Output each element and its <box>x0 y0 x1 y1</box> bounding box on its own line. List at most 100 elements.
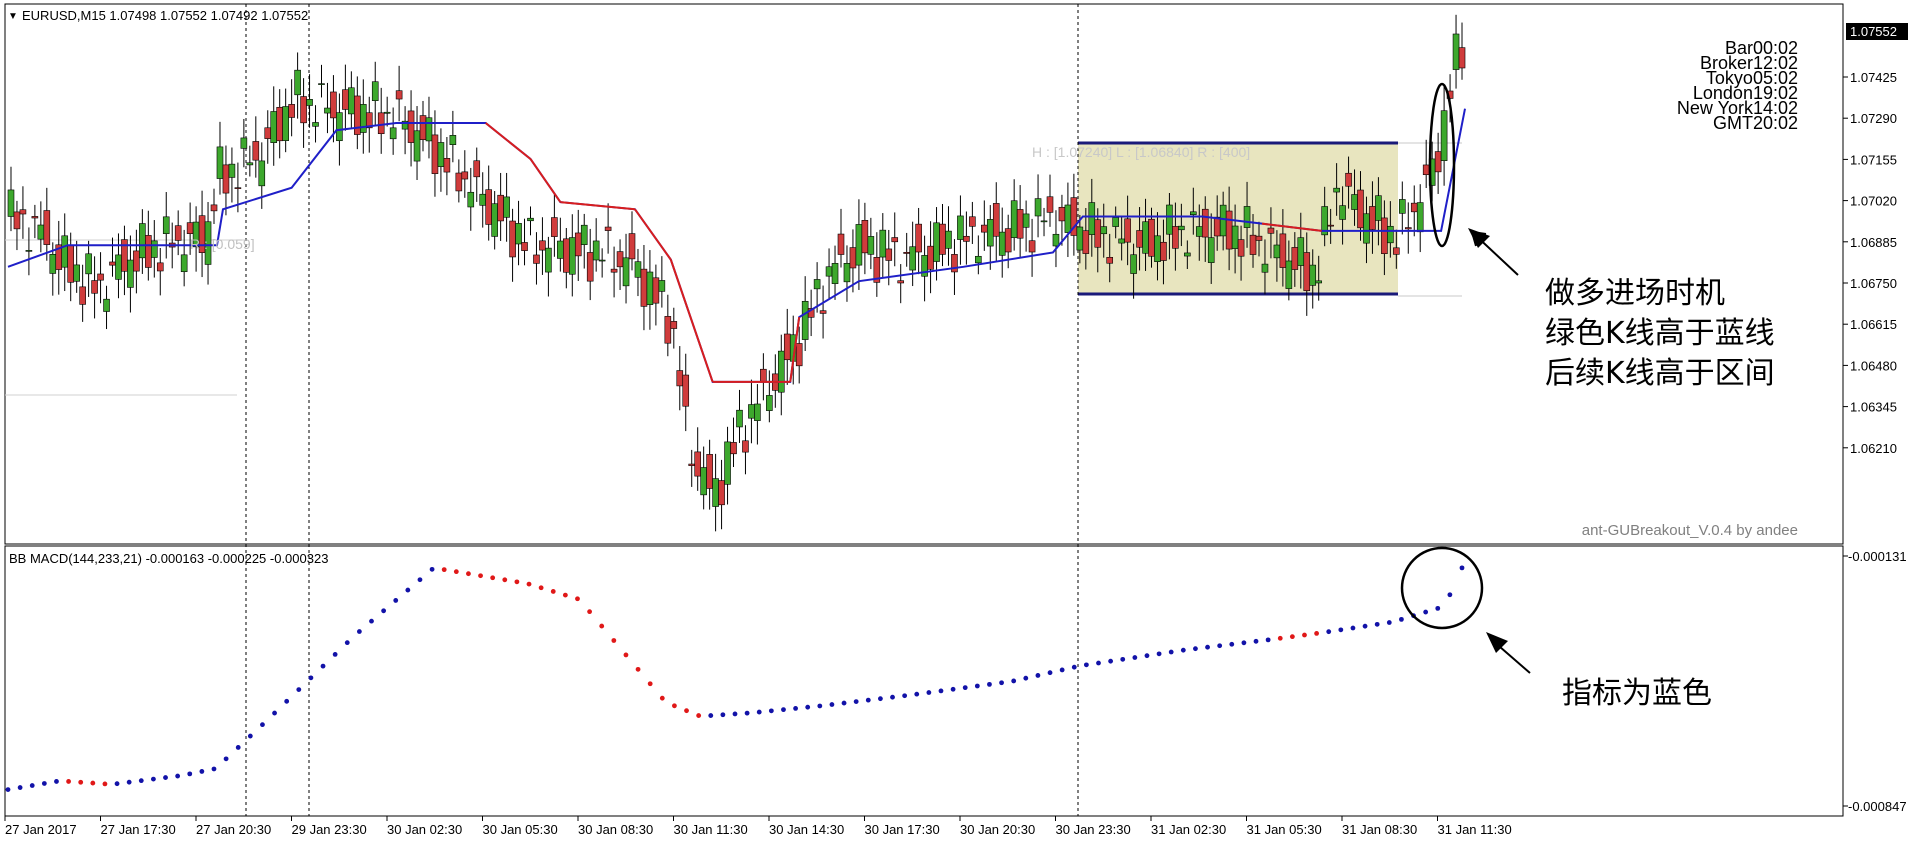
candle-body <box>1297 237 1305 266</box>
candle-body <box>1010 200 1018 238</box>
macd-dot <box>708 713 714 718</box>
candle-body <box>61 235 69 268</box>
time-tick-label: 31 Jan 05:30 <box>1247 822 1322 837</box>
macd-dot <box>260 722 265 728</box>
macd-dot <box>417 577 423 583</box>
candle-body <box>1172 226 1179 249</box>
macd-dot <box>744 710 750 716</box>
macd-dot <box>187 771 193 777</box>
candle-body <box>115 254 122 280</box>
candle-body <box>610 268 618 273</box>
price-tick-label: 1.06480 <box>1850 358 1897 373</box>
candle-body <box>1369 206 1376 230</box>
macd-dot <box>1120 656 1126 662</box>
candle-body <box>527 217 534 222</box>
prev-range-label: R : [0.059] <box>190 236 255 252</box>
candle-body <box>43 210 51 245</box>
macd-dot <box>1011 678 1017 684</box>
candle-body <box>939 223 946 255</box>
candle-body <box>1046 196 1054 213</box>
macd-dot <box>526 581 532 587</box>
time-tick-label: 31 Jan 02:30 <box>1151 822 1226 837</box>
candle-body <box>97 273 104 281</box>
candle-body <box>1231 225 1239 249</box>
candle-body <box>318 83 325 85</box>
candle-body <box>127 259 134 288</box>
macd-dot <box>1459 565 1465 571</box>
candle-body <box>742 440 749 453</box>
macd-dot <box>1362 623 1368 629</box>
candle-body <box>736 409 743 428</box>
price-tick-label: 1.06615 <box>1850 317 1897 332</box>
candle-body <box>1327 224 1334 227</box>
candle-body <box>1052 233 1060 247</box>
indicator-title: BB MACD(144,233,21) -0.000163 -0.000225 … <box>9 551 328 566</box>
candle-body <box>1267 227 1275 234</box>
candle-body <box>843 263 851 283</box>
candle-body <box>568 237 576 275</box>
candle-body <box>31 216 39 219</box>
macd-dot <box>1205 644 1210 650</box>
candle-body <box>831 263 839 284</box>
candle-body <box>19 209 27 215</box>
trading-chart[interactable]: 1.07425 1.07290 1.07155 1.07020 1.06885 1.067… <box>0 0 1912 845</box>
price-tick-label: 1.07155 <box>1850 152 1897 167</box>
macd-dot <box>635 666 641 672</box>
macd-dot <box>29 783 35 788</box>
macd-dot <box>1338 627 1344 633</box>
macd-dot <box>1326 629 1332 635</box>
candle-body <box>1124 218 1131 243</box>
candle-body <box>150 240 158 258</box>
chart-header-triangle[interactable]: ▼ <box>8 11 18 22</box>
candle-body <box>1399 199 1406 214</box>
candle-body <box>622 257 630 287</box>
candle-body <box>664 316 672 344</box>
candle-body <box>348 87 355 115</box>
macd-dot <box>429 566 435 572</box>
macd-dot <box>223 756 229 762</box>
candle-body <box>419 115 427 140</box>
candle-body <box>491 203 498 237</box>
candle-body <box>730 442 737 455</box>
candle-body <box>1452 33 1460 70</box>
candle-body <box>1381 217 1388 254</box>
candle-body <box>957 215 964 240</box>
time-tick-label: 30 Jan 14:30 <box>769 822 844 837</box>
macd-dot <box>284 698 290 704</box>
macd-dot <box>308 675 314 681</box>
candle-body <box>1219 204 1227 237</box>
candle-body <box>849 247 857 269</box>
candle-body <box>801 300 809 340</box>
candle-body <box>1207 237 1215 263</box>
candle-body <box>377 112 385 135</box>
indicator-axis-bottom: -0.000847 <box>1848 799 1907 814</box>
candle-body <box>1285 260 1293 289</box>
macd-dot <box>1023 675 1029 681</box>
macd-dot <box>672 703 677 709</box>
time-axis: 27 Jan 2017 27 Jan 17:30 27 Jan 20:30 29 Ja… <box>4 816 1512 837</box>
candle-body <box>969 216 976 227</box>
candle-body <box>455 172 463 192</box>
candle-body <box>1393 247 1400 255</box>
macd-dot <box>950 686 956 692</box>
timer-gmt: GMT20:02 <box>1713 113 1798 133</box>
candle-body <box>819 310 827 314</box>
macd-dot <box>865 697 871 703</box>
price-tick-label: 1.07425 <box>1850 70 1897 85</box>
candle-body <box>443 158 451 173</box>
candle-body <box>1201 208 1209 238</box>
macd-dot <box>962 685 968 691</box>
candle-body <box>222 164 230 194</box>
candle-body <box>1339 205 1346 220</box>
time-tick-label: 30 Jan 02:30 <box>387 822 462 837</box>
time-tick-label: 30 Jan 05:30 <box>483 822 558 837</box>
candle-body <box>270 111 278 143</box>
candle-body <box>1345 172 1352 187</box>
macd-dot <box>1229 641 1235 647</box>
candle-body <box>563 238 570 273</box>
candle-body <box>795 343 803 367</box>
candle-body <box>992 203 1000 237</box>
candle-body <box>407 110 415 143</box>
macd-dot <box>66 779 71 784</box>
candle-body <box>724 441 731 485</box>
